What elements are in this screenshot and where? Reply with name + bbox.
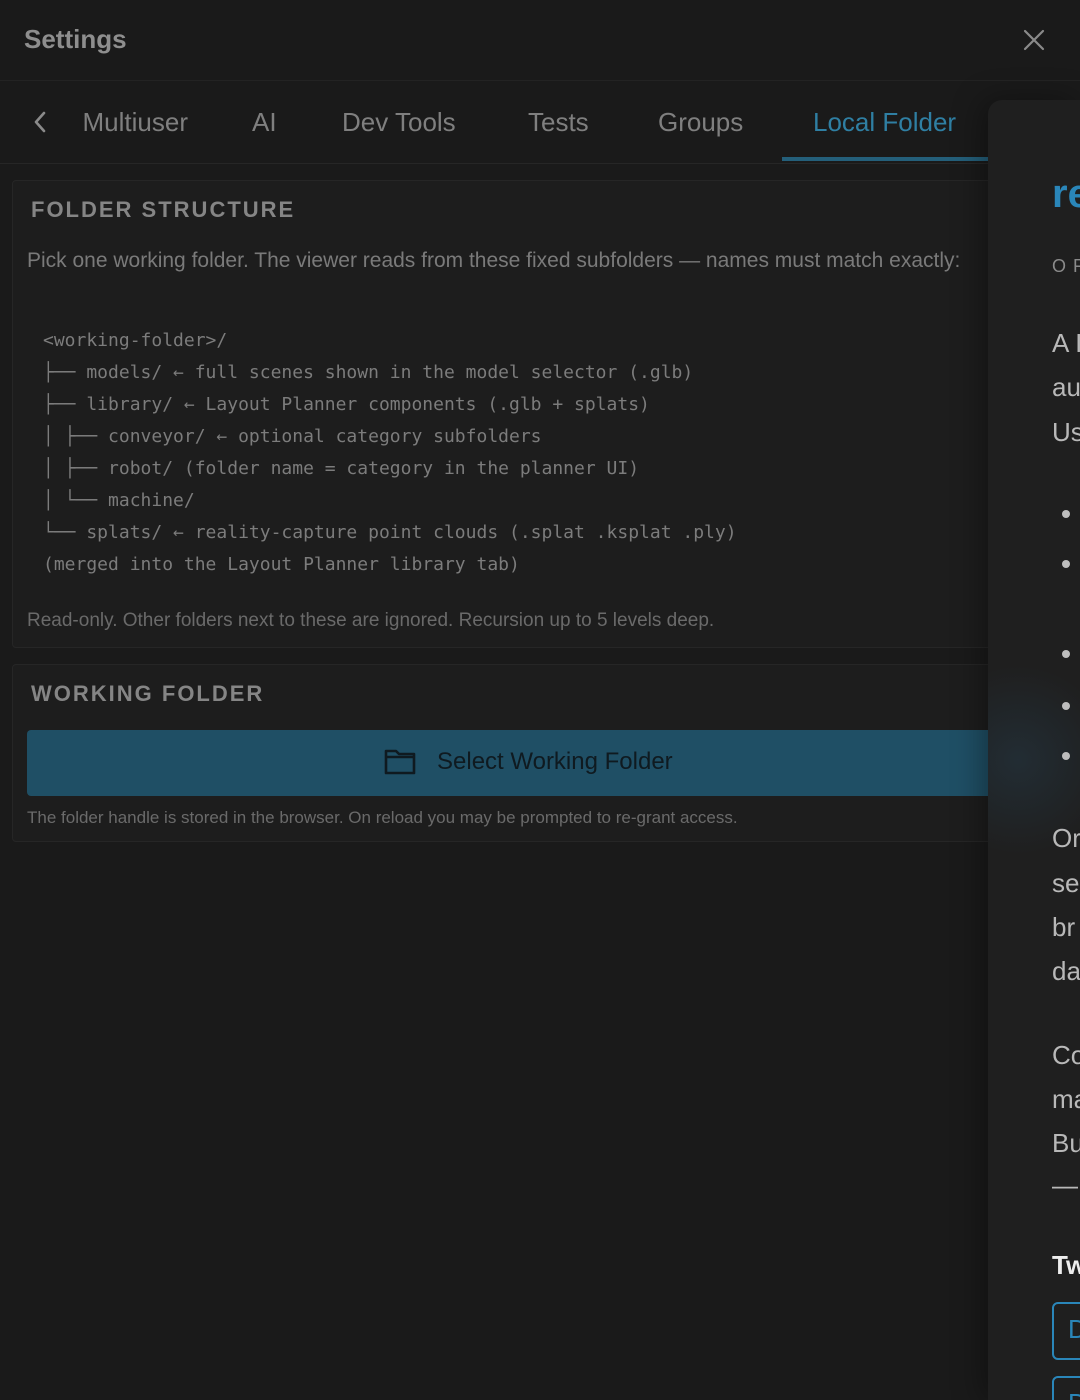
drawer-outline-button[interactable]: D [1052, 1302, 1080, 1360]
drawer-section-heading: Tw [1052, 1250, 1080, 1280]
drawer-heading: re [1052, 172, 1080, 216]
read-only-note: Read-only. Other folders next to these a… [27, 610, 715, 631]
close-icon[interactable] [1018, 24, 1050, 56]
drawer-text: ma [1052, 1084, 1080, 1114]
drawer-text: br [1052, 912, 1076, 942]
drawer-subtitle: O F [1052, 256, 1080, 276]
bullet [1062, 510, 1070, 518]
outline-button-label: D [1068, 1388, 1080, 1400]
side-drawer[interactable]: re O F A I au Us Or se br da Co ma Bu — … [988, 100, 1080, 1400]
drawer-text: da [1052, 956, 1080, 986]
section-title: FOLDER STRUCTURE [31, 197, 296, 222]
bullet [1062, 752, 1070, 760]
tab-groups[interactable]: Groups [658, 107, 743, 138]
tab-dev-tools[interactable]: Dev Tools [342, 107, 456, 138]
folder-structure-card: FOLDER STRUCTURE Pick one working folder… [12, 180, 1014, 648]
tab-multiuser[interactable]: Multiuser [78, 107, 198, 141]
folder-structure-description: Pick one working folder. The viewer read… [27, 249, 961, 272]
tab-label: Multiuser [82, 107, 188, 137]
settings-header: Settings [0, 0, 1080, 81]
drawer-text: — [1052, 1170, 1078, 1200]
settings-tabs: Multiuser AI Dev Tools Tests Groups Loca… [0, 81, 1080, 164]
drawer-outline-button[interactable]: D [1052, 1376, 1080, 1400]
tab-tests[interactable]: Tests [528, 107, 589, 138]
drawer-text: A I [1052, 328, 1080, 358]
bullet [1062, 702, 1070, 710]
outline-button-label: D [1068, 1314, 1080, 1344]
drawer-text: Us [1052, 417, 1080, 447]
drawer-text: Co [1052, 1040, 1080, 1070]
folder-icon [383, 746, 417, 776]
bullet [1062, 650, 1070, 658]
active-tab-indicator [782, 157, 988, 161]
tab-local-folder[interactable]: Local Folder [813, 107, 956, 138]
select-working-folder-button[interactable]: Select Working Folder [27, 730, 1007, 796]
drawer-text: Or [1052, 823, 1080, 853]
bullet [1062, 560, 1070, 568]
drawer-text: au [1052, 372, 1080, 402]
tab-ai[interactable]: AI [252, 107, 277, 138]
page-title: Settings [24, 24, 127, 54]
working-folder-card: WORKING FOLDER Select Working Folder The… [12, 664, 1014, 842]
folder-tree: <working-folder>/ ├── models/ ← full sce… [43, 330, 737, 575]
folder-handle-note: The folder handle is stored in the brows… [27, 808, 738, 827]
drawer-text: se [1052, 868, 1080, 898]
drawer-text: Bu [1052, 1128, 1080, 1158]
section-title: WORKING FOLDER [31, 681, 265, 706]
chevron-left-icon[interactable] [26, 107, 54, 137]
select-working-folder-label: Select Working Folder [437, 748, 673, 775]
